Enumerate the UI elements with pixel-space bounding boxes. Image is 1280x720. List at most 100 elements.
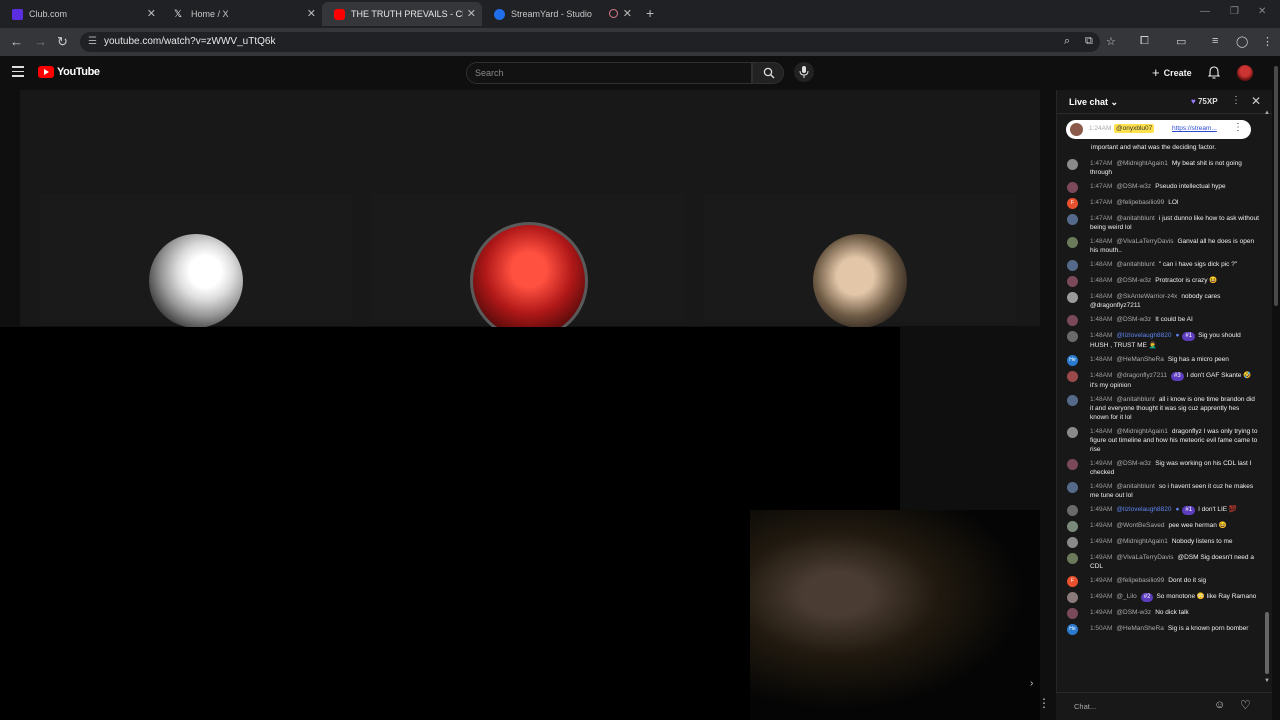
avatar[interactable] — [1067, 237, 1078, 248]
chat-message[interactable]: 1:48AM @DSM-w3z Protractor is crazy 😆 — [1057, 273, 1267, 289]
message-author[interactable]: @anitahblunt — [1116, 215, 1154, 222]
message-author[interactable]: @anitahblunt — [1116, 483, 1154, 490]
message-author[interactable]: @felipebasilio99 — [1116, 199, 1164, 206]
search-input[interactable]: Search — [466, 62, 752, 84]
message-author[interactable]: @dragonflyz7211 — [1116, 372, 1167, 379]
browser-tab-youtube[interactable]: THE TRUTH PREVAILS - CRYSTA ✕ — [322, 2, 482, 26]
message-author[interactable]: @lizlovelaugh8820 — [1116, 332, 1171, 339]
avatar[interactable]: He — [1067, 355, 1078, 366]
scroll-up-icon[interactable]: ▲ — [1264, 110, 1270, 116]
chat-message[interactable]: 1:49AM @MidnightAgain1 Nobody listens to m… — [1057, 534, 1267, 550]
video-player[interactable]: › ⋮ — [0, 90, 1050, 720]
browser-tab-streamyard[interactable]: StreamYard - Studio ✕ — [482, 2, 638, 26]
chat-message[interactable]: 1:47AM @DSM-w3z Pseudo intellectual hype — [1057, 179, 1267, 195]
message-author[interactable]: @anitahblunt — [1116, 396, 1154, 403]
avatar[interactable] — [1067, 260, 1078, 271]
avatar[interactable] — [1067, 315, 1078, 326]
avatar[interactable] — [1067, 505, 1078, 516]
message-author[interactable]: @anitahblunt — [1116, 261, 1154, 268]
emoji-icon[interactable]: ☺ — [1214, 699, 1225, 711]
chat-message[interactable]: 1:48AM @anitahblunt all i know is one time… — [1057, 392, 1267, 424]
browser-tab-x[interactable]: 𝕏 Home / X ✕ — [162, 2, 322, 26]
close-icon[interactable]: ✕ — [623, 7, 632, 20]
reload-icon[interactable]: ↻ — [57, 34, 68, 50]
url-bar[interactable]: ☰ youtube.com/watch?v=zWWV_uTtQ6k — [80, 32, 1100, 52]
search-button[interactable] — [752, 62, 784, 84]
account-avatar[interactable] — [1237, 65, 1253, 81]
avatar[interactable]: He — [1067, 624, 1078, 635]
close-icon[interactable]: ✕ — [1251, 94, 1261, 108]
chat-message[interactable]: 1:48AM @VivaLaTerryDavis Ganval all he doe… — [1057, 234, 1267, 257]
chat-message[interactable]: 1:48AM @dragonflyz7211 #3 I don't GAF Skant… — [1057, 368, 1267, 392]
profile-icon[interactable]: ◯ — [1236, 35, 1248, 48]
menu-dots-icon[interactable]: ⋮ — [1262, 35, 1273, 48]
chat-message[interactable]: 1:49AM @anitahblunt so i havent seen it cu… — [1057, 479, 1267, 502]
create-button[interactable]: + Create — [1152, 65, 1192, 80]
more-options-icon[interactable]: ⋮ — [1233, 122, 1243, 133]
message-author[interactable]: @DSM-w3z — [1116, 460, 1151, 467]
avatar[interactable] — [1067, 592, 1078, 603]
chat-message[interactable]: 1:49AM @VivaLaTerryDavis @DSM Sig doesn't … — [1057, 550, 1267, 573]
message-author[interactable]: @_Lilo — [1116, 593, 1136, 600]
cast-icon[interactable]: ▭ — [1176, 35, 1186, 48]
avatar[interactable] — [1067, 159, 1078, 170]
chat-message[interactable]: 1:49AM @lizlovelaugh8820 ● #1 I don't LIE 💯 — [1057, 502, 1267, 518]
message-author[interactable]: @WontBeSaved — [1116, 522, 1164, 529]
message-author[interactable]: @VivaLaTerryDavis — [1116, 554, 1173, 561]
page-scrollbar[interactable] — [1272, 58, 1280, 720]
forward-icon[interactable]: → — [34, 34, 47, 49]
message-author[interactable]: @VivaLaTerryDavis — [1116, 238, 1173, 245]
more-options-icon[interactable]: ⋮ — [1231, 95, 1241, 106]
message-author[interactable]: @DSM-w3z — [1116, 316, 1151, 323]
message-author[interactable]: @MidnightAgain1 — [1116, 160, 1167, 167]
scroll-thumb[interactable] — [1265, 612, 1269, 674]
avatar[interactable] — [1067, 214, 1078, 225]
avatar[interactable] — [1067, 521, 1078, 532]
chat-message[interactable]: 1:49AM @WontBeSaved pee wee herman 😆 — [1057, 518, 1267, 534]
avatar[interactable] — [1067, 482, 1078, 493]
chat-input[interactable]: Chat... ☺ ♡ — [1056, 692, 1272, 720]
avatar[interactable] — [1067, 608, 1078, 619]
chat-message[interactable]: 1:47AM @MidnightAgain1 My beat shit is not… — [1057, 156, 1267, 179]
xp-badge[interactable]: ♥ 75XP — [1191, 97, 1218, 106]
avatar[interactable] — [1067, 276, 1078, 287]
chat-message[interactable]: 1:49AM @_Lilo #2 So monotone 😳 like Ray Ram… — [1057, 589, 1267, 605]
message-author[interactable]: @MidnightAgain1 — [1116, 538, 1167, 545]
extensions-icon[interactable]: ⧠ — [1140, 35, 1149, 48]
message-author[interactable]: @DSM-w3z — [1116, 609, 1151, 616]
live-chat-title[interactable]: Live chat ⌄ — [1069, 97, 1118, 108]
voice-search-button[interactable] — [794, 62, 814, 82]
chat-message[interactable]: 1:48AM @SkAnteWarrior-z4x nobody cares @dr… — [1057, 289, 1267, 312]
bookmark-star-icon[interactable]: ☆ — [1106, 35, 1116, 48]
chat-message[interactable]: 1:48AM @lizlovelaugh8820 ● #1 Sig you should… — [1057, 328, 1267, 352]
message-author[interactable]: @HeManSheRa — [1116, 625, 1163, 632]
chevron-right-icon[interactable]: › — [1030, 678, 1033, 689]
avatar[interactable] — [1067, 182, 1078, 193]
install-icon[interactable]: ⧉ — [1085, 35, 1093, 48]
message-author[interactable]: @SkAnteWarrior-z4x — [1116, 293, 1177, 300]
maximize-icon[interactable]: ❐ — [1230, 6, 1239, 17]
zoom-icon[interactable]: ⌕ — [1064, 35, 1070, 48]
close-window-icon[interactable]: ✕ — [1258, 6, 1266, 17]
notifications-bell-icon[interactable] — [1208, 66, 1220, 79]
chat-message[interactable]: 1:47AM @anitahblunt i just dunno like how … — [1057, 211, 1267, 234]
avatar[interactable] — [1067, 459, 1078, 470]
menu-icon[interactable] — [12, 66, 24, 80]
media-icon[interactable]: ≡ — [1212, 35, 1218, 47]
message-author[interactable]: @HeManSheRa — [1116, 356, 1163, 363]
chat-message[interactable]: 1:48AM @DSM-w3z It could be AI — [1057, 312, 1267, 328]
chat-message[interactable]: 1:48AM @MidnightAgain1 dragonflyz I was on… — [1057, 424, 1267, 456]
chat-message[interactable]: F 1:49AM @felipebasilio99 Dont do it sig — [1057, 573, 1267, 589]
avatar[interactable]: F — [1067, 198, 1078, 209]
chat-message[interactable]: 1:49AM @DSM-w3z Sig was working on his CDL… — [1057, 456, 1267, 479]
avatar[interactable] — [1067, 395, 1078, 406]
heart-icon[interactable]: ♡ — [1240, 698, 1251, 712]
chat-message[interactable]: He 1:48AM @HeManSheRa Sig has a micro peen — [1057, 352, 1267, 368]
more-options-icon[interactable]: ⋮ — [1038, 696, 1050, 710]
message-author[interactable]: @MidnightAgain1 — [1116, 428, 1167, 435]
avatar[interactable] — [1067, 331, 1078, 342]
chat-scrollbar[interactable]: ▲ ▼ — [1264, 110, 1272, 686]
avatar[interactable] — [1067, 537, 1078, 548]
message-author[interactable]: @felipebasilio99 — [1116, 577, 1164, 584]
pinned-link[interactable]: https://stream... — [1172, 125, 1217, 132]
